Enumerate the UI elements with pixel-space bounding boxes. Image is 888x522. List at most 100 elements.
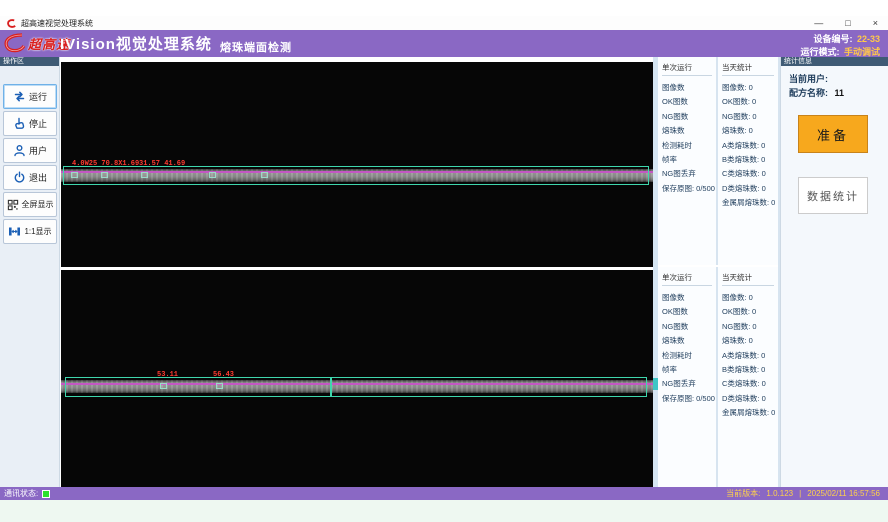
measurement-annotation: 31.57 41.69 [139,160,185,168]
user-icon [13,144,26,157]
maximize-icon[interactable]: □ [845,16,850,30]
stats-panel-inner: 单次运行 图像数OK图数NG图数熔珠数检测耗时帧率NG图丢弃保存原图: 0/50… [658,267,778,487]
stop-button[interactable]: 停止 [3,111,57,136]
stat-row: 金属屑熔珠数: 0 [722,406,778,420]
stat-row: OK图数: 0 [722,95,778,109]
fullscreen-button[interactable]: 全屏显示 [3,192,57,217]
stats-panel-outer: 单次运行 图像数OK图数NG图数熔珠数检测耗时帧率NG图丢弃保存原图: 0/50… [658,57,778,265]
stat-row: 帧率 [662,153,716,167]
one-to-one-button-label: 1:1显示 [24,226,51,237]
stat-row: OK图数 [662,305,716,319]
exit-button-label: 退出 [29,171,47,184]
ready-button[interactable]: 准备 [798,115,868,153]
close-icon[interactable]: × [873,16,878,30]
user-button-label: 用户 [29,144,47,157]
single-run-title: 单次运行 [662,272,712,286]
stat-row: B类熔珠数: 0 [722,363,778,377]
detection-box [65,377,331,397]
one-to-one-icon [8,225,21,238]
stat-row: 检测耗时 [662,139,716,153]
app-window: 超高速视觉处理系统 — □ × 超高速 IVision视觉处理系统 熔珠端面检测… [0,0,888,522]
stat-row: C类熔珠数: 0 [722,167,778,181]
operation-sidebar: 操作区 运行 停止 用户 退出 [0,57,60,487]
stat-row: D类熔珠数: 0 [722,392,778,406]
detection-box [331,377,647,397]
one-to-one-button[interactable]: 1:1显示 [3,219,57,244]
measurement-annotation: 53.11 [157,371,178,379]
desktop-margin [0,500,888,522]
stat-row: A类熔珠数: 0 [722,139,778,153]
stat-row: 熔珠数: 0 [722,124,778,138]
current-user-label: 当前用户: [789,74,828,84]
stat-row: 金属屑熔珠数: 0 [722,196,778,210]
stat-row: 图像数: 0 [722,81,778,95]
today-stats-title: 当天统计 [722,62,774,76]
stop-button-label: 停止 [29,117,47,130]
stat-row: NG图数: 0 [722,110,778,124]
run-button[interactable]: 运行 [3,84,57,109]
window-title: 超高速视觉处理系统 [21,18,93,29]
stat-row: 图像数 [662,291,716,305]
recipe-row: 配方名称: 11 [789,86,844,99]
stat-row: 检测耗时 [662,349,716,363]
stat-row: 图像数 [662,81,716,95]
minimize-icon[interactable]: — [814,16,823,30]
exit-button[interactable]: 退出 [3,165,57,190]
titlebar: 超高速视觉处理系统 — □ × [0,16,888,30]
brand-swoosh-icon [2,31,28,55]
data-statistics-button[interactable]: 数据统计 [798,177,868,214]
page-title: IVision视觉处理系统 [60,33,212,54]
app-logo-icon [6,18,17,29]
app-header: 超高速 IVision视觉处理系统 熔珠端面检测 配方 设置 外侧相机 内侧相机… [0,30,888,57]
stat-row: NG图数 [662,320,716,334]
user-button[interactable]: 用户 [3,138,57,163]
stat-row: NG图丢弃 [662,167,716,181]
stat-row: OK图数 [662,95,716,109]
header-info: 设备编号: 22-33 运行模式: 手动调试 [801,32,880,58]
device-id-value: 22-33 [857,34,880,44]
stop-hand-icon [13,117,26,130]
stat-row: 熔珠数 [662,124,716,138]
today-stats-title: 当天统计 [722,272,774,286]
info-panel: 统计信息 当前用户: 配方名称: 11 准备 数据统计 [780,57,888,487]
status-bar: 通讯状态: 当前版本: 1.0.123 | 2025/02/11 16:57:5… [0,487,888,500]
single-run-rows: 图像数OK图数NG图数熔珠数检测耗时帧率NG图丢弃保存原图: 0/500 [662,291,716,406]
today-stats-rows: 图像数: 0OK图数: 0NG图数: 0熔珠数: 0A类熔珠数: 0B类熔珠数:… [722,81,778,211]
version-value: 1.0.123 [766,489,793,498]
fullscreen-button-label: 全屏显示 [22,199,54,210]
run-button-label: 运行 [29,90,47,103]
stat-row: C类熔珠数: 0 [722,377,778,391]
stat-row: D类熔珠数: 0 [722,182,778,196]
version-label: 当前版本: [726,488,760,499]
measurement-annotation: 56.43 [213,371,234,379]
stat-row: 熔珠数: 0 [722,334,778,348]
stat-row: OK图数: 0 [722,305,778,319]
comm-status-label: 通讯状态: [4,488,38,499]
measurement-annotation: 4.0W25 70.8X1.69 [72,160,139,168]
stat-row: 保存原图: 0/500 [662,392,716,406]
comm-status-indicator [42,490,50,498]
run-arrows-icon [13,90,26,103]
info-panel-title: 统计信息 [781,57,888,66]
page-subtitle: 熔珠端面检测 [220,39,292,55]
device-id-label: 设备编号: [814,34,853,44]
outer-camera-view[interactable]: 4.0W25 70.8X1.69 31.57 41.69 [61,62,653,267]
separator: | [799,489,801,498]
stat-row: 熔珠数 [662,334,716,348]
stat-row: B类熔珠数: 0 [722,153,778,167]
fullscreen-icon [7,199,19,211]
run-mode-value: 手动调试 [844,47,880,57]
single-run-rows: 图像数OK图数NG图数熔珠数检测耗时帧率NG图丢弃保存原图: 0/500 [662,81,716,196]
datetime-value: 2025/02/11 16:57:56 [807,489,880,498]
detection-box [63,166,649,185]
recipe-name-value: 11 [835,88,845,98]
stat-row: 保存原图: 0/500 [662,182,716,196]
current-user-row: 当前用户: [789,72,828,85]
inner-camera-view[interactable]: 53.11 56.43 [61,270,653,487]
stat-row: 图像数: 0 [722,291,778,305]
power-icon [13,171,26,184]
stat-row: A类熔珠数: 0 [722,349,778,363]
stat-row: NG图数: 0 [722,320,778,334]
run-mode-label: 运行模式: [801,47,840,57]
today-stats-rows: 图像数: 0OK图数: 0NG图数: 0熔珠数: 0A类熔珠数: 0B类熔珠数:… [722,291,778,421]
